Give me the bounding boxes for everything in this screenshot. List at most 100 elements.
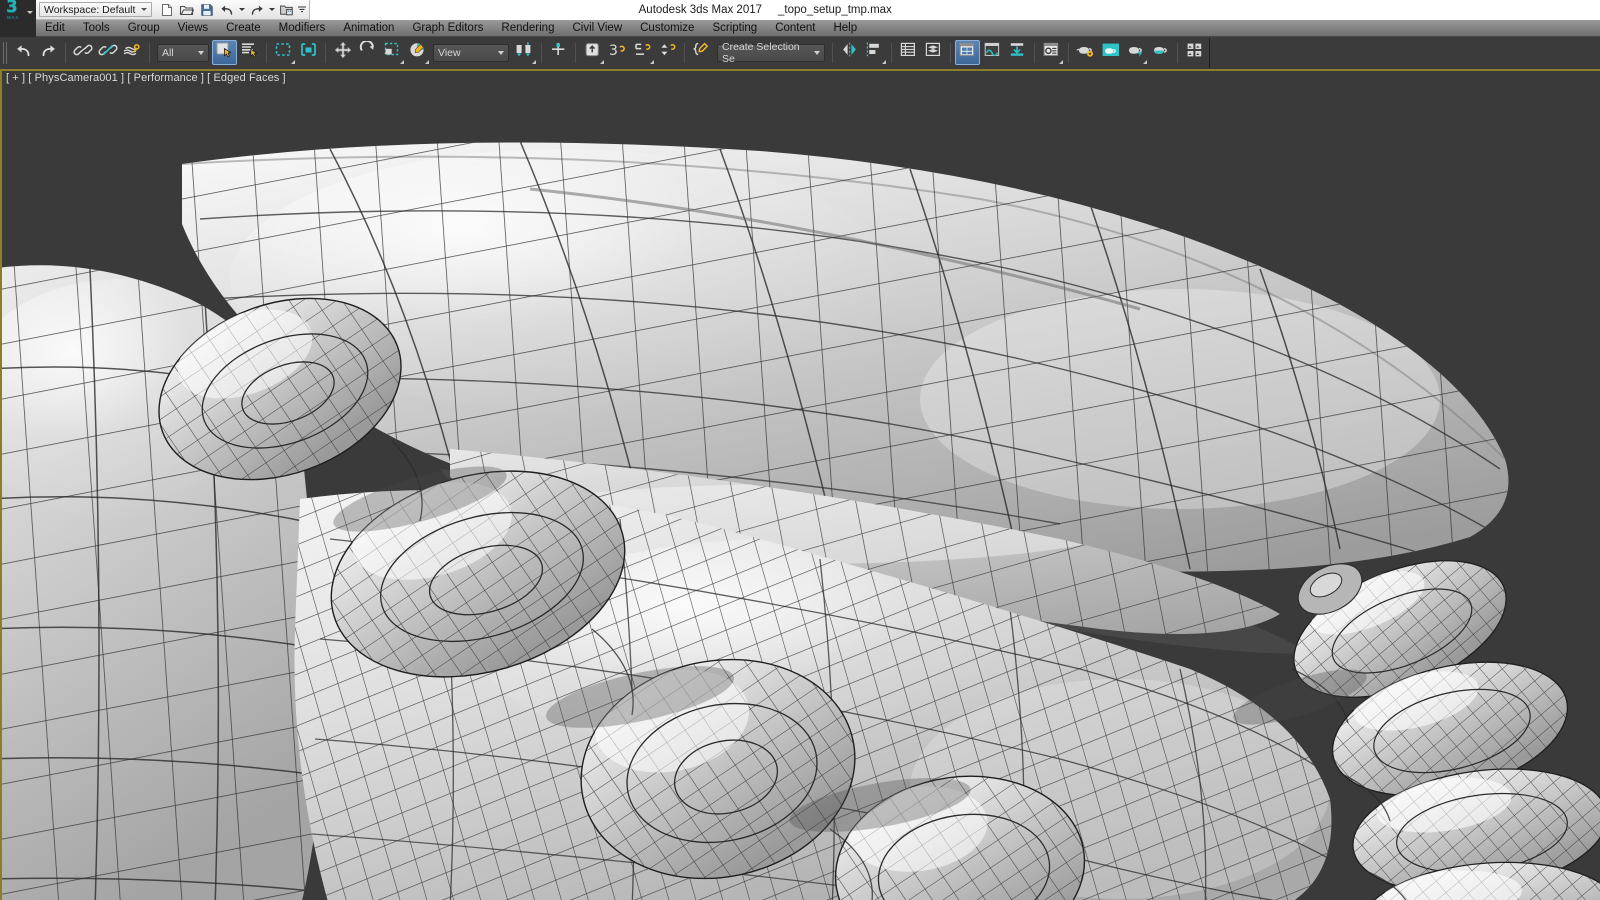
bind-space-warp-icon <box>122 41 143 64</box>
menu-item-graph-editors[interactable]: Graph Editors <box>403 20 492 37</box>
viewport-active-border-left <box>0 69 2 900</box>
use-pivot-center-button[interactable] <box>512 40 537 65</box>
menu-item-create[interactable]: Create <box>217 20 270 37</box>
reference-coordinate-system-dropdown[interactable]: View <box>433 43 509 62</box>
select-rotate-button[interactable] <box>355 39 380 65</box>
menu-item-tools[interactable]: Tools <box>74 20 119 37</box>
angle-snap-toggle-button[interactable]: 3 <box>605 40 630 65</box>
viewport[interactable]: [ + ] [ PhysCamera001 ] [ Performance ] … <box>0 69 1600 900</box>
redo-history-dropdown[interactable] <box>267 1 276 19</box>
svg-text:3: 3 <box>609 43 618 59</box>
menu-item-edit[interactable]: Edit <box>36 20 74 37</box>
teapot-gear-icon <box>1076 41 1096 64</box>
save-file-icon <box>200 3 214 17</box>
selection-filter-dropdown[interactable]: All <box>157 43 209 62</box>
undo-history-dropdown[interactable] <box>237 1 246 19</box>
chevron-down-icon <box>198 50 204 55</box>
file-name-text: _topo_setup_tmp.max <box>778 4 892 16</box>
render-frame-window-button[interactable] <box>1073 40 1098 65</box>
select-by-name-button[interactable] <box>237 40 262 65</box>
toolbar-drag-handle[interactable] <box>2 41 9 64</box>
workspace-selector[interactable]: Workspace: Default <box>39 2 153 17</box>
spinner-snap-icon <box>658 41 678 64</box>
redo-button[interactable] <box>36 40 61 65</box>
flyout-indicator-icon <box>1059 60 1063 64</box>
flyout-indicator-icon <box>532 60 536 64</box>
angle-snap-icon: 3 <box>608 41 628 64</box>
rectangular-selection-region-button[interactable] <box>271 40 296 65</box>
toolbar-separator <box>832 42 833 63</box>
curve-editor-button[interactable] <box>980 40 1005 65</box>
toolbar-separator <box>1034 42 1035 63</box>
window-crossing-icon <box>299 41 318 64</box>
quad-layout-button[interactable] <box>1182 40 1207 65</box>
undo-icon <box>14 42 33 64</box>
menu-item-civil-view[interactable]: Civil View <box>563 20 631 37</box>
chevron-down-icon <box>141 8 148 11</box>
named-selection-set-dropdown[interactable]: Create Selection Se <box>717 40 825 65</box>
toolbar-separator <box>541 42 542 63</box>
schematic-view-button[interactable] <box>1005 40 1030 65</box>
percent-snap-toggle-button[interactable] <box>630 40 655 65</box>
menu-item-modifiers[interactable]: Modifiers <box>270 20 335 37</box>
undo-quick-button[interactable] <box>217 1 236 19</box>
viewport-layout-icon <box>1185 41 1205 64</box>
select-place-button[interactable] <box>405 40 430 65</box>
spinner-snap-toggle-button[interactable] <box>655 40 680 65</box>
app-menu-chevron-down-icon[interactable] <box>27 11 33 14</box>
select-manipulate-button[interactable] <box>546 40 571 65</box>
unlink-icon <box>97 41 118 64</box>
select-link-button[interactable] <box>70 40 95 65</box>
render-production-button[interactable] <box>1098 40 1123 65</box>
viewport-3d-canvas[interactable] <box>0 69 1600 900</box>
material-editor-icon <box>958 41 977 64</box>
title-bar: 3 MAX Workspace: Default Autodesk 3ds Ma… <box>0 0 1600 20</box>
menu-item-group[interactable]: Group <box>119 20 169 37</box>
menu-item-rendering[interactable]: Rendering <box>492 20 563 37</box>
layer-manager-button[interactable] <box>921 40 946 65</box>
undo-button[interactable] <box>11 40 36 65</box>
app-logo[interactable]: 3 MAX <box>0 0 36 20</box>
select-object-button[interactable] <box>212 40 237 65</box>
new-scene-button[interactable] <box>157 1 176 19</box>
project-folder-icon <box>279 3 294 17</box>
move-icon <box>333 41 353 65</box>
flyout-indicator-icon <box>291 60 295 64</box>
workspace-selector-value: Workspace: Default <box>44 3 136 16</box>
render-iterative-button[interactable] <box>1123 40 1148 65</box>
named-selection-set-value: Create Selection Se <box>722 40 800 65</box>
select-object-icon <box>215 41 234 64</box>
project-folder-button[interactable] <box>277 1 296 19</box>
window-crossing-button[interactable] <box>296 40 321 65</box>
menu-item-help[interactable]: Help <box>824 20 866 37</box>
layer-explorer-button[interactable] <box>896 40 921 65</box>
redo-quick-button[interactable] <box>247 1 266 19</box>
redo-icon <box>249 3 265 17</box>
rotate-icon <box>358 39 377 64</box>
menu-item-animation[interactable]: Animation <box>334 20 403 37</box>
open-file-button[interactable] <box>177 1 196 19</box>
menu-item-content[interactable]: Content <box>766 20 824 37</box>
bind-space-warp-button[interactable] <box>120 40 145 65</box>
toolbar-separator <box>684 42 685 63</box>
chevron-down-icon <box>238 8 245 11</box>
active-shade-button[interactable] <box>1148 40 1173 65</box>
align-button[interactable] <box>862 40 887 65</box>
curve-editor-icon <box>983 41 1002 64</box>
material-editor-button[interactable] <box>955 40 980 65</box>
viewport-label[interactable]: [ + ] [ PhysCamera001 ] [ Performance ] … <box>6 72 286 84</box>
render-setup-button[interactable] <box>1039 40 1064 65</box>
qat-overflow-button[interactable] <box>297 1 306 19</box>
menu-item-customize[interactable]: Customize <box>631 20 703 37</box>
mirror-button[interactable] <box>837 40 862 65</box>
select-scale-button[interactable] <box>380 40 405 65</box>
3dsmax-window: 3 MAX Workspace: Default Autodesk 3ds Ma… <box>0 0 1600 900</box>
unlink-selection-button[interactable] <box>95 40 120 65</box>
menu-item-views[interactable]: Views <box>169 20 217 37</box>
menu-item-scripting[interactable]: Scripting <box>703 20 766 37</box>
select-move-button[interactable] <box>330 40 355 65</box>
save-file-button[interactable] <box>197 1 216 19</box>
edit-named-selection-sets-button[interactable] <box>689 40 714 65</box>
flyout-indicator-icon <box>650 60 654 64</box>
snaps-toggle-button[interactable] <box>580 40 605 65</box>
